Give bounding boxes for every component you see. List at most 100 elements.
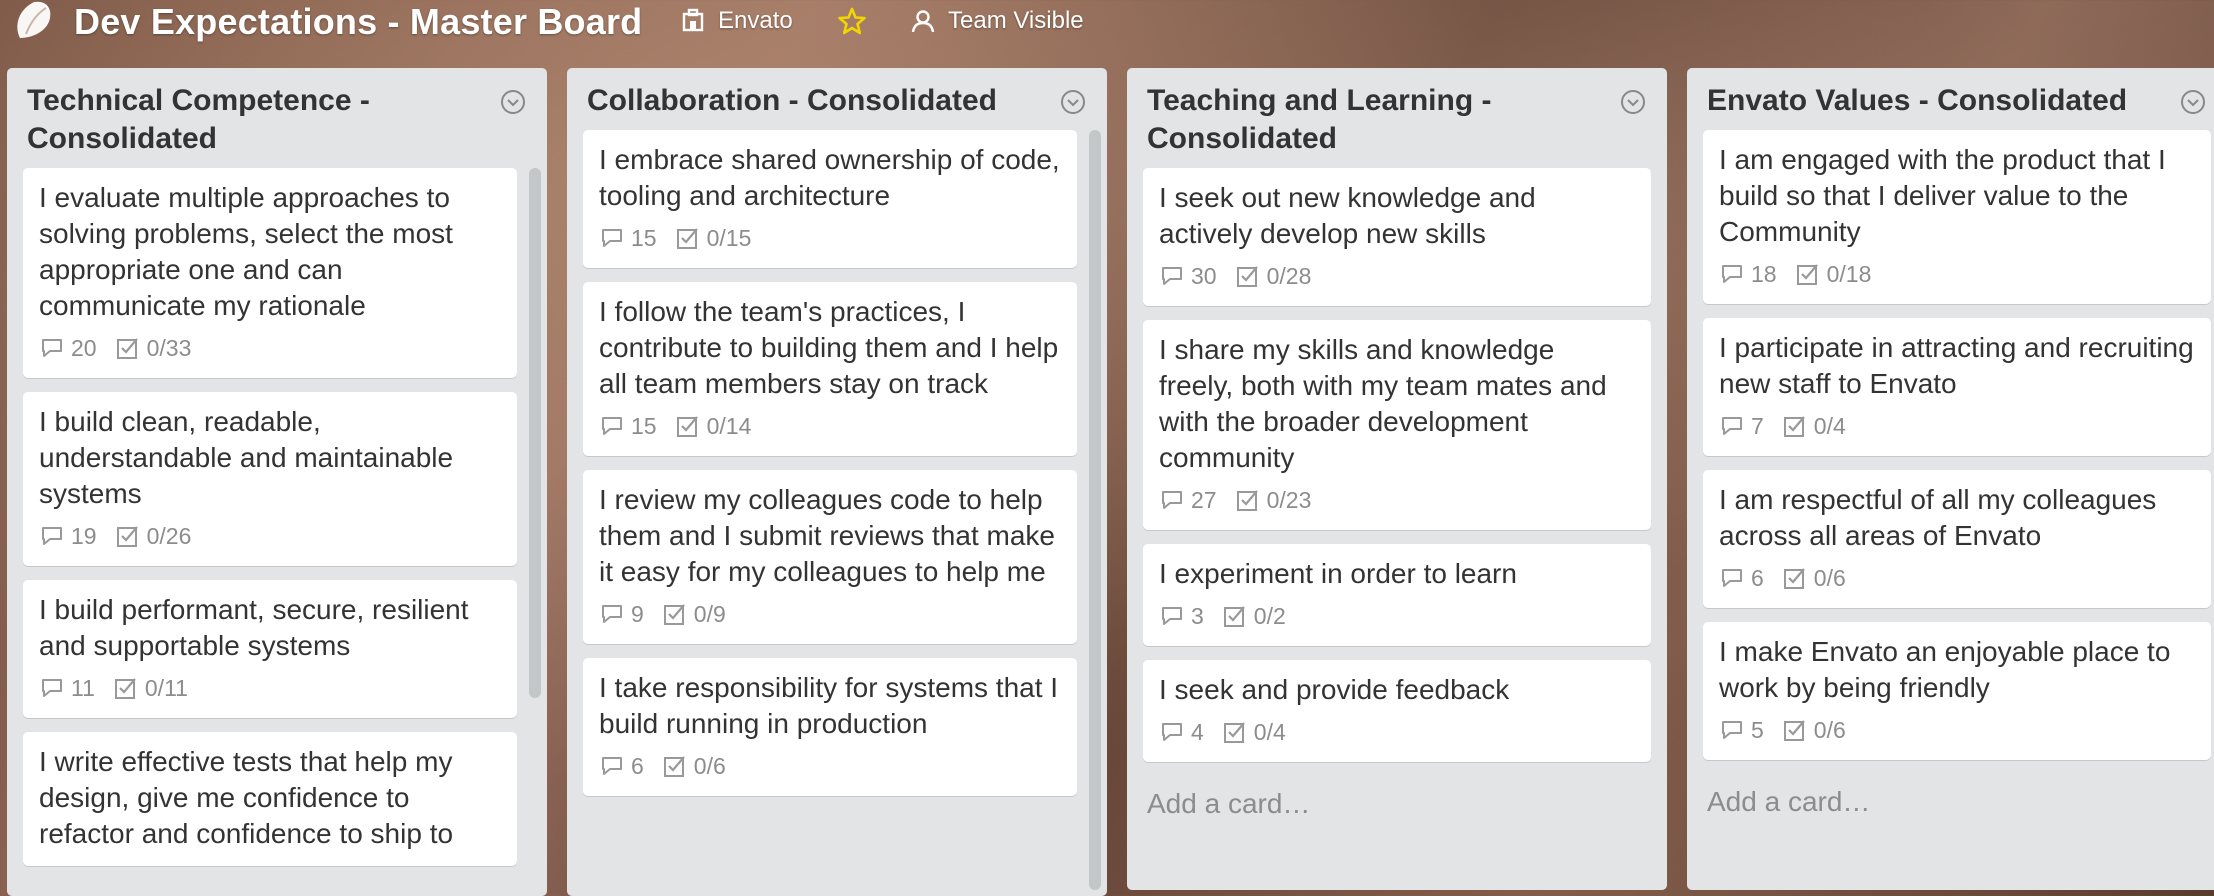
card[interactable]: I make Envato an enjoyable place to work… — [1703, 622, 2211, 760]
card-badges: 15 0/15 — [599, 222, 1061, 254]
comments-badge: 11 — [39, 675, 95, 702]
card-title: I build clean, readable, understandable … — [39, 406, 454, 509]
list-scrollbar[interactable] — [1089, 130, 1101, 890]
card[interactable]: I am respectful of all my colleagues acr… — [1703, 470, 2211, 608]
card[interactable]: I seek and provide feedback 4 0/4 — [1143, 660, 1651, 762]
card-title: I follow the team's practices, I contrib… — [599, 296, 1059, 399]
star-button[interactable] — [838, 4, 866, 38]
checklist-icon — [676, 416, 698, 437]
card[interactable]: I am engaged with the product that I bui… — [1703, 130, 2211, 304]
card[interactable]: I evaluate multiple approaches to solvin… — [23, 168, 517, 378]
checklist-icon — [1223, 606, 1245, 627]
checklist-count: 0/11 — [144, 674, 188, 701]
card-list: I embrace shared ownership of code, tool… — [567, 130, 1107, 890]
comments-badge: 18 — [1719, 261, 1777, 288]
list-scrollbar-thumb[interactable] — [529, 168, 541, 698]
checklist-count: 0/23 — [1266, 486, 1312, 513]
list-menu-chevron-icon[interactable] — [1619, 88, 1647, 116]
comments-count: 18 — [1751, 260, 1777, 287]
list-scrollbar-thumb[interactable] — [1089, 130, 1101, 890]
checklist-count: 0/33 — [146, 334, 192, 361]
comments-badge: 5 — [1719, 717, 1764, 744]
card-list: I evaluate multiple approaches to solvin… — [7, 168, 547, 866]
list-teaching-learning: Teaching and Learning - Consolidated I s… — [1127, 68, 1667, 890]
comments-count: 6 — [631, 752, 644, 779]
card[interactable]: I follow the team's practices, I contrib… — [583, 282, 1077, 456]
comments-count: 20 — [71, 334, 97, 361]
list-title[interactable]: Collaboration - Consolidated — [587, 82, 1047, 120]
card[interactable]: I build clean, readable, understandable … — [23, 392, 517, 566]
card-badges: 30 0/28 — [1159, 260, 1635, 292]
checklist-icon — [1783, 568, 1805, 589]
checklist-count: 0/26 — [146, 522, 192, 549]
list-menu-chevron-icon[interactable] — [499, 88, 527, 116]
list-collaboration: Collaboration - Consolidated I embrace s… — [567, 68, 1107, 896]
card-badges: 6 0/6 — [1719, 562, 2195, 594]
checklist-badge: 0/4 — [1222, 719, 1286, 746]
organization-button[interactable]: Envato — [680, 4, 793, 38]
list-header[interactable]: Technical Competence - Consolidated — [7, 68, 547, 168]
card[interactable]: I participate in attracting and recruiti… — [1703, 318, 2211, 456]
checklist-badge: 0/15 — [675, 225, 751, 252]
comments-badge: 15 — [599, 225, 657, 252]
list-header[interactable]: Envato Values - Consolidated — [1687, 68, 2214, 130]
add-card-button[interactable]: Add a card… — [1687, 774, 2214, 838]
checklist-count: 0/6 — [693, 752, 726, 779]
list-title[interactable]: Envato Values - Consolidated — [1707, 82, 2167, 120]
comments-badge: 19 — [39, 523, 97, 550]
checklist-badge: 0/4 — [1782, 413, 1846, 440]
comments-count: 11 — [71, 674, 95, 701]
comments-count: 6 — [1751, 564, 1764, 591]
comments-badge: 6 — [599, 753, 644, 780]
checklist-count: 0/2 — [1253, 602, 1286, 629]
list-menu-chevron-icon[interactable] — [1059, 88, 1087, 116]
visibility-button[interactable]: Team Visible — [910, 4, 1084, 38]
card-title: I take responsibility for systems that I… — [599, 672, 1059, 739]
checklist-icon — [1796, 264, 1818, 285]
card[interactable]: I embrace shared ownership of code, tool… — [583, 130, 1077, 268]
comments-badge: 20 — [39, 335, 97, 362]
comments-count: 15 — [631, 412, 657, 439]
add-card-button[interactable]: Add a card… — [1127, 776, 1667, 840]
board-title[interactable]: Dev Expectations - Master Board — [74, 2, 642, 42]
list-envato-values: Envato Values - Consolidated I am engage… — [1687, 68, 2214, 890]
comments-count: 3 — [1191, 602, 1204, 629]
list-title[interactable]: Technical Competence - Consolidated — [27, 82, 487, 158]
comment-icon — [42, 527, 62, 545]
checklist-badge: 0/6 — [1782, 565, 1846, 592]
checklist-icon — [116, 338, 138, 359]
checklist-badge: 0/28 — [1235, 262, 1312, 290]
list-scrollbar[interactable] — [529, 168, 541, 728]
card-title: I am engaged with the product that I bui… — [1719, 144, 2166, 247]
checklist-badge: 0/11 — [113, 675, 188, 702]
visibility-label: Team Visible — [948, 7, 1084, 34]
card-badges: 15 0/14 — [599, 410, 1061, 442]
comment-icon — [1722, 417, 1742, 435]
checklist-icon — [1783, 416, 1805, 437]
card[interactable]: I take responsibility for systems that I… — [583, 658, 1077, 796]
list-menu-chevron-icon[interactable] — [2179, 88, 2207, 116]
card[interactable]: I write effective tests that help my des… — [23, 732, 517, 866]
card[interactable]: I experiment in order to learn 3 0/2 — [1143, 544, 1651, 646]
list-header[interactable]: Collaboration - Consolidated — [567, 68, 1107, 130]
list-header[interactable]: Teaching and Learning - Consolidated — [1127, 68, 1667, 168]
checklist-badge: 0/18 — [1795, 261, 1871, 288]
card-badges: 11 0/11 — [39, 672, 501, 704]
board-header: Dev Expectations - Master Board Envato T… — [0, 0, 2214, 44]
comments-badge: 30 — [1159, 263, 1217, 290]
comments-badge: 4 — [1159, 719, 1204, 746]
organization-label: Envato — [718, 7, 793, 34]
list-title[interactable]: Teaching and Learning - Consolidated — [1147, 82, 1607, 158]
trello-leaf-icon[interactable] — [12, 0, 54, 40]
card[interactable]: I seek out new knowledge and actively de… — [1143, 168, 1651, 306]
card-badges: 27 0/23 — [1159, 484, 1635, 516]
card[interactable]: I build performant, secure, resilient an… — [23, 580, 517, 718]
comments-count: 7 — [1751, 412, 1764, 439]
checklist-badge: 0/6 — [1782, 717, 1846, 744]
card-list: I seek out new knowledge and actively de… — [1127, 168, 1667, 762]
card[interactable]: I review my colleagues code to help them… — [583, 470, 1077, 644]
comments-count: 30 — [1191, 262, 1217, 289]
card[interactable]: I share my skills and knowledge freely, … — [1143, 320, 1651, 530]
comment-icon — [1722, 721, 1742, 739]
checklist-count: 0/28 — [1266, 262, 1312, 289]
